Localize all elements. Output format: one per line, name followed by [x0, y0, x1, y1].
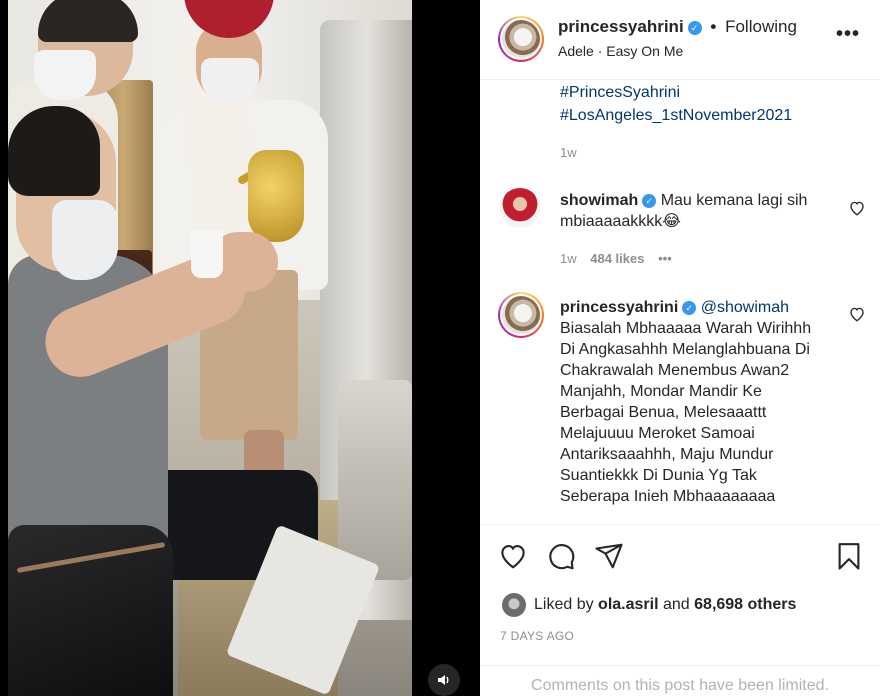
comment-body: princessyahrini ✓ @showimah Biasalah Mbha… [560, 297, 830, 507]
author-username[interactable]: princessyahrini [558, 17, 684, 36]
likes-summary: Liked by ola.asril and 68,698 others [534, 596, 796, 614]
likes-joiner: and [662, 596, 690, 613]
commenter-username[interactable]: showimah [560, 192, 638, 209]
comments-scroll-area[interactable]: #PrincesSyahrini #LosAngeles_1stNovember… [480, 80, 880, 524]
coffee-cup [191, 230, 223, 278]
verified-badge-icon: ✓ [687, 21, 702, 35]
comment-icon[interactable] [546, 541, 576, 571]
commenter-avatar[interactable] [500, 188, 540, 228]
post-sidebar: princessyahrini ✓ • Following Adele · Eas… [480, 0, 880, 696]
share-icon[interactable] [594, 541, 624, 571]
commenter-avatar[interactable] [498, 292, 544, 338]
comment-time[interactable]: 1w [560, 251, 577, 266]
post-header: princessyahrini ✓ • Following Adele · Eas… [480, 0, 880, 80]
attendant-mask [201, 58, 259, 102]
video-player[interactable] [8, 0, 412, 696]
heart-icon[interactable] [498, 541, 528, 571]
steward-hair [38, 0, 138, 42]
post-actions: Liked by ola.asril and 68,698 others 7 D… [480, 524, 880, 696]
audio-track[interactable]: Adele · Easy On Me [558, 43, 683, 59]
dallah-pot [248, 150, 304, 242]
commenter-username[interactable]: princessyahrini [560, 299, 678, 316]
bookmark-icon[interactable] [834, 541, 864, 571]
follow-status-button[interactable]: Following [725, 17, 797, 36]
likes-prefix: Liked by [534, 596, 594, 613]
comment-like-heart-icon[interactable] [848, 199, 866, 217]
hashtag-link[interactable]: #PrincesSyahrini [560, 84, 680, 102]
post-date[interactable]: 7 DAYS AGO [500, 629, 574, 643]
comment-like-heart-icon[interactable] [848, 305, 866, 323]
verified-badge-icon: ✓ [642, 194, 657, 208]
speaker-icon [438, 675, 449, 685]
more-options-icon[interactable]: ••• [836, 24, 860, 48]
comment-meta: 1w 484 likes ••• [560, 251, 672, 266]
verified-badge-icon: ✓ [682, 301, 697, 315]
author-avatar[interactable] [498, 16, 544, 62]
comment-body: showimah ✓ Mau kemana lagi sih mbiaaaaakk… [560, 190, 830, 232]
passenger-mask [52, 200, 118, 280]
handbag [8, 525, 173, 696]
comment-more-icon[interactable]: ••• [658, 251, 672, 266]
author-line: princessyahrini ✓ • Following [558, 17, 797, 37]
hashtag-link[interactable]: #LosAngeles_1stNovember2021 [560, 107, 792, 125]
comment-text: Biasalah Mbhaaaaa Warah Wirihhh Di Angka… [560, 320, 812, 505]
header-separator: • [710, 17, 717, 36]
seat-shell [338, 380, 412, 580]
audio-toggle-button[interactable] [428, 664, 460, 696]
likes-others-link[interactable]: 68,698 others [694, 596, 796, 613]
comments-limited-notice: Comments on this post have been limited. [480, 665, 880, 696]
liker-username[interactable]: ola.asril [598, 596, 658, 613]
liker-avatar[interactable] [502, 593, 526, 617]
comment-likes[interactable]: 484 likes [590, 251, 644, 266]
passenger-hair [8, 106, 100, 196]
caption-time[interactable]: 1w [560, 145, 577, 160]
steward-mask [34, 50, 96, 100]
mention-link[interactable]: @showimah [701, 299, 789, 316]
post-media[interactable] [0, 0, 480, 696]
